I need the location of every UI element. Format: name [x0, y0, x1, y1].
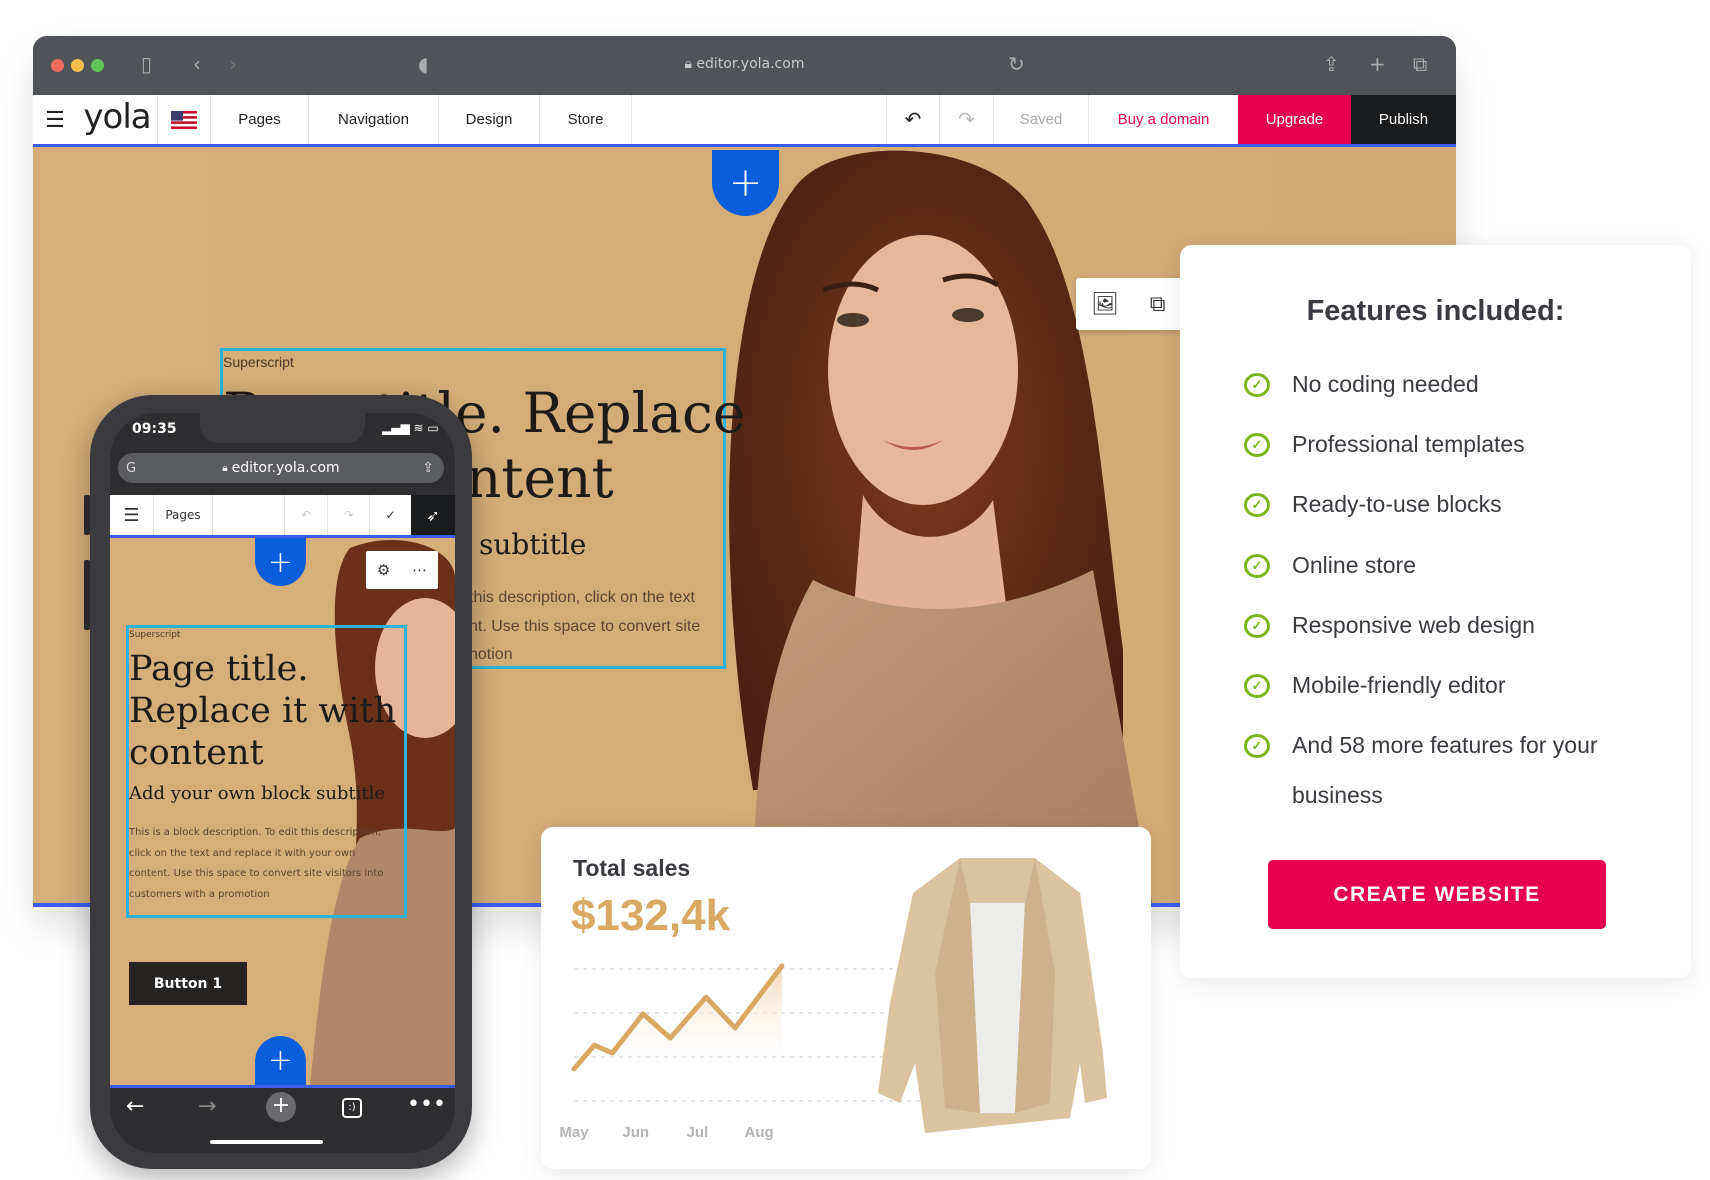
check-circle-icon: ✓ — [1244, 372, 1270, 397]
duplicate-icon[interactable]: ⧉ — [1150, 292, 1166, 317]
hero-subtitle[interactable]: subtitle — [479, 528, 586, 561]
phone-bottom-bar: ← → + :) ••• — [110, 1088, 455, 1153]
browser-titlebar: ▯ ‹ › ◖ 🔒︎ editor.yola.com ↻ ⇪ + ⧉ — [33, 36, 1456, 95]
saved-status: Saved — [993, 95, 1088, 144]
add-block-button[interactable]: + — [712, 150, 779, 216]
check-circle-icon: ✓ — [1244, 613, 1270, 638]
feature-item: ✓ Professional templates — [1244, 431, 1525, 458]
area-fill — [574, 965, 782, 1071]
us-flag-icon — [171, 110, 197, 129]
upgrade-button[interactable]: Upgrade — [1238, 95, 1351, 144]
address-bar[interactable]: 🔒︎ editor.yola.com — [33, 56, 1456, 72]
add-icon[interactable]: + — [266, 1092, 296, 1122]
more-icon[interactable]: ••• — [407, 1092, 446, 1117]
phone-block-toolbar: ⚙︎ ⋯ — [366, 551, 438, 589]
add-block-bottom-button[interactable]: + — [255, 1036, 306, 1085]
signal-wifi-battery-icon: ▂▄▆ ≋ ▭ — [382, 421, 439, 435]
phone-side-button — [84, 560, 90, 630]
back-arrow-icon[interactable]: ← — [126, 1094, 144, 1119]
menu-icon[interactable]: ☰ — [110, 495, 153, 535]
editor-toolbar: ☰ yola Pages Navigation Design Store ↶ ↷… — [33, 95, 1456, 147]
translate-icon[interactable]: G — [126, 461, 136, 476]
phone-address-bar[interactable]: G 🔒︎ editor.yola.com ⇪ — [118, 453, 444, 483]
x-tick-label: Aug — [745, 1124, 774, 1141]
hero-desc-line: nt. Use this space to convert site — [469, 617, 701, 635]
saved-check-icon: ✓ — [369, 495, 411, 535]
forward-arrow-icon[interactable]: → — [198, 1094, 216, 1119]
lock-icon: 🔒︎ — [684, 56, 692, 72]
redo-icon[interactable]: ↷ — [939, 95, 993, 144]
check-circle-icon: ✓ — [1244, 432, 1270, 457]
language-flag-button[interactable] — [157, 95, 210, 144]
phone-button-1[interactable]: Button 1 — [129, 962, 247, 1005]
hero-desc-line: this description, click on the text — [469, 589, 695, 606]
toolbar-spacer — [631, 95, 886, 144]
check-circle-icon: ✓ — [1244, 553, 1270, 578]
undo-icon[interactable]: ↶ — [284, 495, 327, 535]
total-sales-card: Total sales $132,4k May Jun Jul Aug — [541, 827, 1151, 1169]
nav-pages[interactable]: Pages — [153, 495, 212, 535]
new-tab-icon[interactable]: + — [1369, 52, 1386, 76]
phone-screen: 09:35 ▂▄▆ ≋ ▭ G 🔒︎ editor.yola.com ⇪ ☰ Pa… — [110, 413, 455, 1153]
reload-icon[interactable]: ↻ — [1008, 52, 1025, 76]
nav-design[interactable]: Design — [438, 95, 539, 144]
yola-logo[interactable]: yola — [77, 95, 157, 144]
publish-button[interactable]: Publish — [1351, 95, 1456, 144]
share-icon[interactable]: ⇪ — [1323, 52, 1340, 76]
nav-pages[interactable]: Pages — [210, 95, 308, 144]
hero-desc-line: notion — [469, 646, 513, 663]
feature-item: ✓ Responsive web design — [1244, 612, 1535, 639]
phone-canvas: + ⚙︎ ⋯ Superscript Page title. Replace it … — [110, 538, 455, 1085]
feature-item: ✓ And 58 more features for your — [1244, 732, 1598, 759]
status-time: 09:35 — [132, 421, 177, 437]
publish-rocket-icon[interactable]: ➶ — [411, 495, 455, 535]
phone-mockup: 09:35 ▂▄▆ ≋ ▭ G 🔒︎ editor.yola.com ⇪ ☰ Pa… — [84, 395, 472, 1169]
toolbar-spacer — [212, 495, 284, 535]
url-text: editor.yola.com — [696, 56, 805, 72]
feature-item-continued: business — [1292, 782, 1383, 808]
check-circle-icon: ✓ — [1244, 492, 1270, 517]
phone-title: Page title. Replace it with content — [129, 649, 397, 773]
features-card: Features included: ✓ No coding needed ✓ Pr… — [1180, 245, 1691, 978]
check-circle-icon: ✓ — [1244, 733, 1270, 758]
phone-superscript: Superscript — [129, 630, 181, 640]
nav-store[interactable]: Store — [539, 95, 631, 144]
nav-navigation[interactable]: Navigation — [308, 95, 438, 144]
phone-editor-toolbar: ☰ Pages ↶ ↷ ✓ ➶ — [110, 495, 455, 538]
hero-superscript[interactable]: Superscript — [223, 354, 294, 370]
phone-description: This is a block description. To edit thi… — [129, 827, 384, 900]
share-icon[interactable]: ⇪ — [422, 460, 434, 476]
x-tick-label: Jun — [622, 1124, 649, 1141]
create-website-button[interactable]: CREATE WEBSITE — [1268, 860, 1606, 929]
x-tick-label: Jul — [687, 1124, 709, 1141]
phone-text-block[interactable]: Superscript Page title. Replace it with co… — [126, 625, 407, 918]
lock-icon: 🔒︎ — [222, 462, 228, 474]
feature-item: ✓ No coding needed — [1244, 371, 1479, 398]
menu-icon[interactable]: ☰ — [33, 95, 77, 144]
x-tick-label: May — [559, 1124, 589, 1141]
image-icon[interactable]: 🖼︎ — [1091, 292, 1119, 317]
phone-subtitle: Add your own block subtitle — [129, 783, 386, 804]
gear-icon[interactable]: ⚙︎ — [377, 561, 390, 579]
redo-icon[interactable]: ↷ — [327, 495, 369, 535]
undo-icon[interactable]: ↶ — [886, 95, 939, 144]
feature-item: ✓ Online store — [1244, 552, 1416, 579]
check-circle-icon: ✓ — [1244, 673, 1270, 698]
hero-description[interactable]: this description, click on the text nt. … — [469, 584, 700, 670]
features-title: Features included: — [1306, 295, 1565, 327]
jacket-image — [878, 858, 1107, 1133]
buy-domain-link[interactable]: Buy a domain — [1088, 95, 1238, 144]
more-icon[interactable]: ⋯ — [412, 561, 427, 579]
feature-item: ✓ Mobile-friendly editor — [1244, 672, 1505, 699]
phone-side-button — [84, 495, 90, 535]
tabs-icon[interactable]: :) — [342, 1098, 362, 1118]
phone-notch — [200, 413, 365, 443]
home-indicator — [210, 1140, 323, 1144]
tabs-overview-icon[interactable]: ⧉ — [1413, 52, 1427, 76]
hero-title-line2[interactable]: ntent — [466, 446, 614, 510]
feature-item: ✓ Ready-to-use blocks — [1244, 491, 1502, 518]
